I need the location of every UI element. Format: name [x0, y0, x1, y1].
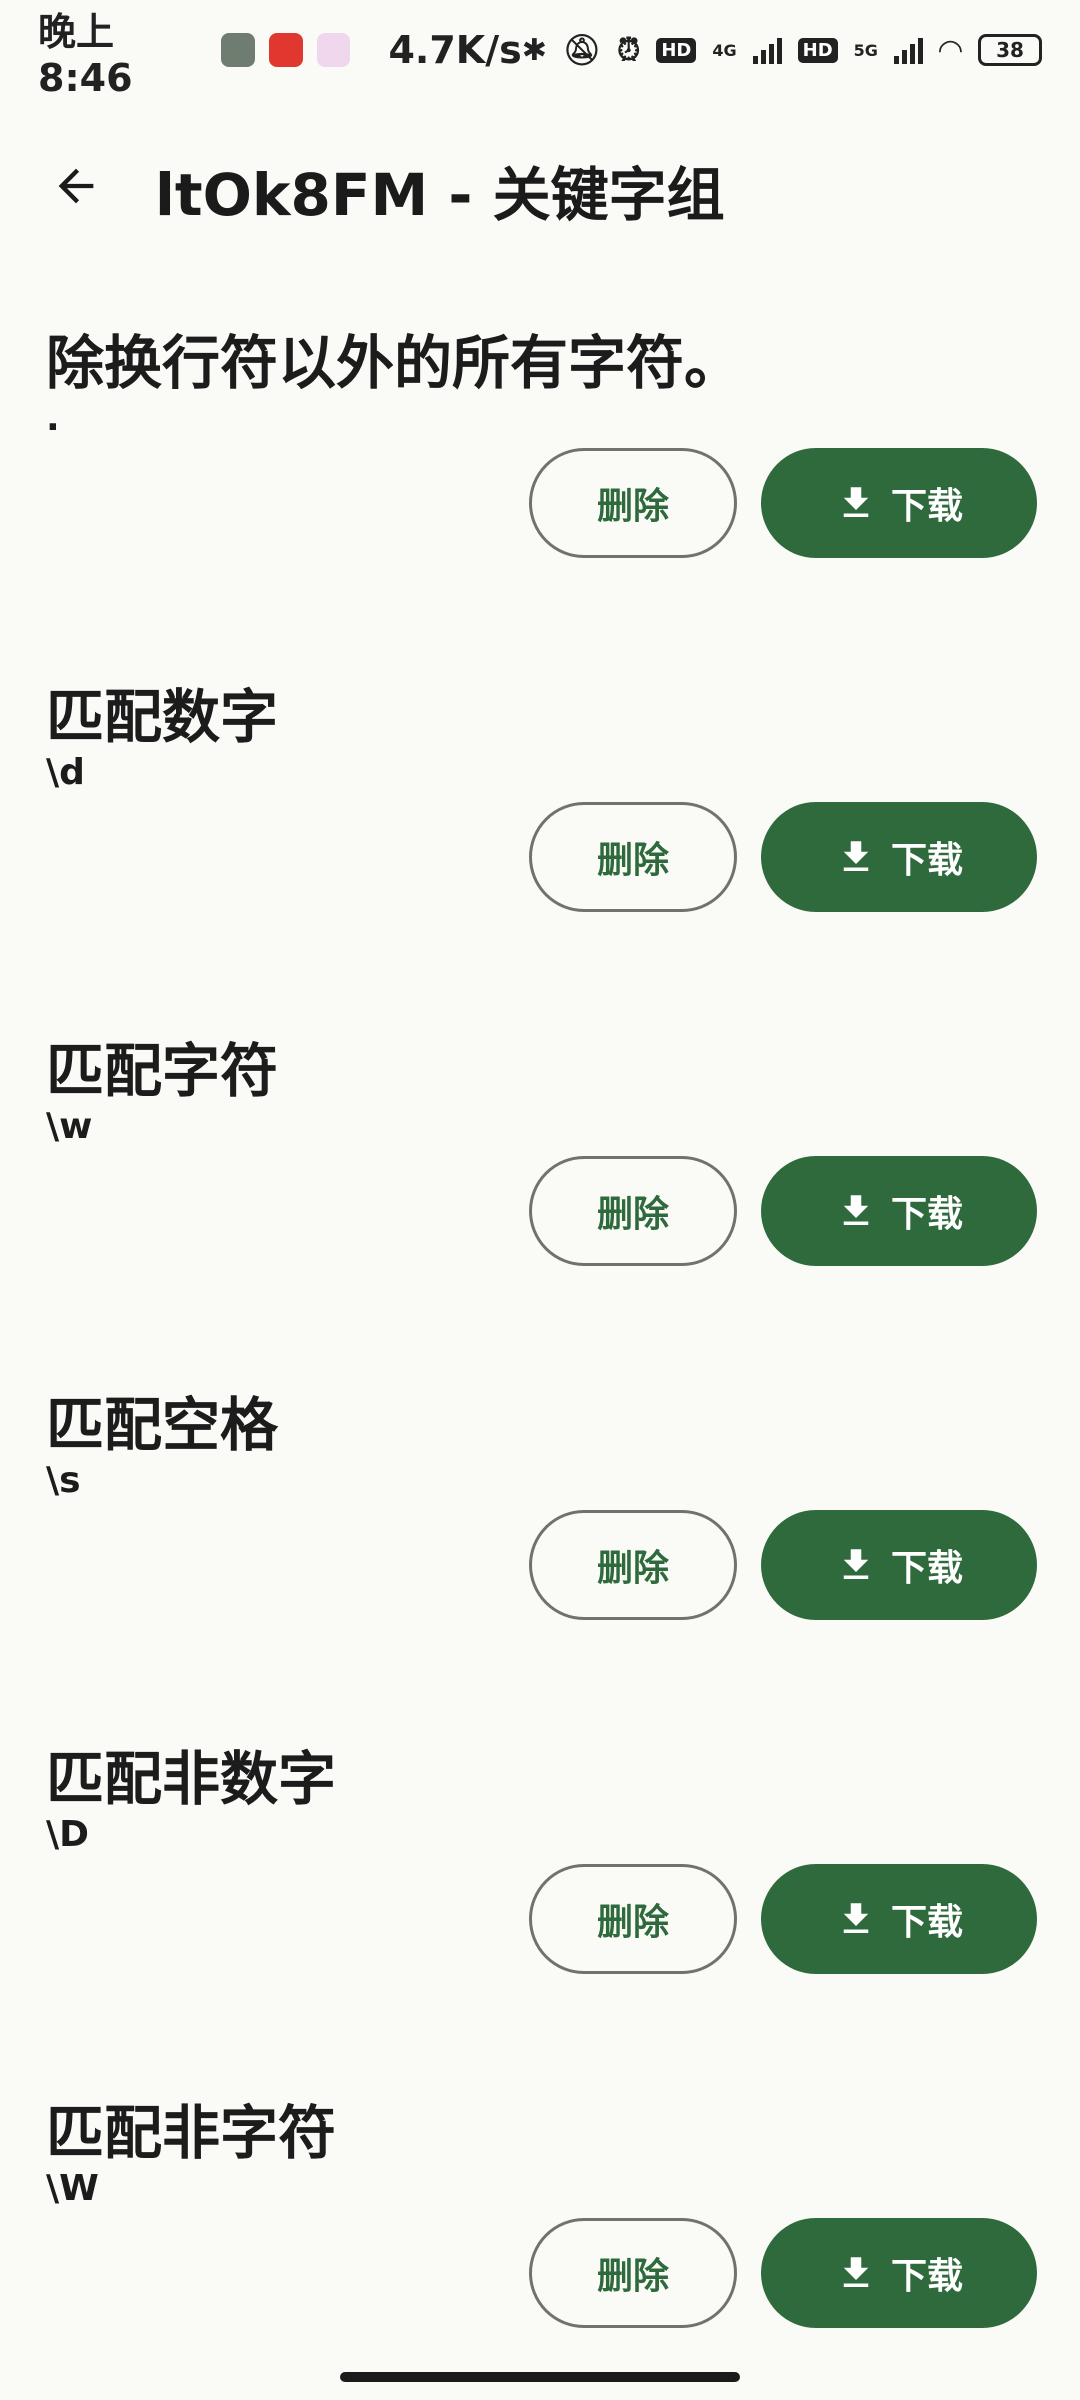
status-time: 晚上8:46	[38, 9, 133, 100]
hd-icon: HD	[797, 37, 838, 63]
page-title: ltOk8FM - 关键字组	[155, 161, 725, 229]
delete-button[interactable]: 删除	[529, 1156, 737, 1266]
download-label: 下载	[890, 486, 963, 527]
bluetooth-icon: ✱	[521, 32, 547, 68]
download-icon	[843, 1903, 869, 1933]
signal-icon	[893, 36, 923, 64]
hd-icon: HD	[656, 37, 697, 63]
download-button[interactable]: 下载	[761, 448, 1037, 558]
list-item: 匹配非数字 \D 删除 下载	[0, 1732, 1080, 2086]
download-label: 下载	[890, 1902, 963, 1943]
download-icon	[843, 487, 869, 517]
item-pattern: \D	[46, 1814, 90, 1855]
item-title: 匹配数字	[46, 683, 279, 751]
delete-button[interactable]: 删除	[529, 802, 737, 912]
top-app-bar: ltOk8FM - 关键字组	[0, 120, 1080, 250]
download-label: 下载	[890, 1548, 963, 1589]
app-notification-icon	[268, 33, 303, 67]
download-button[interactable]: 下载	[761, 1156, 1037, 1266]
download-label: 下载	[890, 840, 963, 881]
download-button[interactable]: 下载	[761, 1510, 1037, 1620]
network-type-1: 4G	[712, 40, 737, 60]
item-title: 匹配字符	[46, 1037, 279, 1105]
wifi-icon: ◠	[938, 32, 962, 68]
list-item: 匹配非字符 \W 删除 下载	[0, 2086, 1080, 2400]
app-notification-icon	[316, 33, 351, 67]
home-indicator[interactable]	[340, 2372, 740, 2382]
app-notification-icon	[221, 33, 255, 67]
delete-button[interactable]: 删除	[529, 448, 737, 558]
alarm-icon: ⏰︎	[616, 32, 641, 68]
list-item: 匹配数字 \d 删除 下载	[0, 670, 1080, 1024]
delete-button[interactable]: 删除	[529, 2218, 737, 2328]
delete-button[interactable]: 删除	[529, 1864, 737, 1974]
download-button[interactable]: 下载	[761, 802, 1037, 912]
download-icon	[843, 1549, 869, 1579]
network-type-2: 5G	[853, 40, 878, 60]
arrow-back-icon	[58, 168, 94, 204]
list-item: 匹配空格 \s 删除 下载	[0, 1378, 1080, 1732]
mute-bell-icon: 🔕︎	[562, 32, 601, 68]
item-title: 匹配空格	[46, 1391, 279, 1459]
battery-icon: 38	[978, 34, 1042, 66]
list-item: 除换行符以外的所有字符。 . 删除 下载	[0, 316, 1080, 670]
download-icon	[843, 1195, 869, 1225]
download-label: 下载	[890, 1194, 963, 1235]
item-title: 匹配非数字	[46, 1745, 337, 1813]
list-item: 匹配字符 \w 删除 下载	[0, 1024, 1080, 1378]
item-pattern: \W	[46, 2168, 99, 2209]
download-button[interactable]: 下载	[761, 1864, 1037, 1974]
item-pattern: \s	[46, 1460, 81, 1501]
download-icon	[843, 841, 869, 871]
item-pattern: \w	[46, 1106, 93, 1147]
back-button[interactable]	[40, 150, 112, 222]
network-speed: 4.7K/s	[388, 28, 522, 72]
download-icon	[843, 2257, 869, 2287]
signal-icon	[752, 36, 782, 64]
download-button[interactable]: 下载	[761, 2218, 1037, 2328]
status-bar: 晚上8:46 4.7K/s ✱ 🔕︎ ⏰︎ HD 4G HD 5G ◠ 38	[0, 0, 1080, 100]
item-title: 匹配非字符	[46, 2099, 337, 2167]
download-label: 下载	[890, 2256, 963, 2297]
screen: 晚上8:46 4.7K/s ✱ 🔕︎ ⏰︎ HD 4G HD 5G ◠ 38 l…	[0, 0, 1080, 2400]
item-title: 除换行符以外的所有字符。	[46, 329, 743, 397]
delete-button[interactable]: 删除	[529, 1510, 737, 1620]
item-pattern: .	[46, 398, 60, 439]
item-pattern: \d	[46, 752, 85, 793]
